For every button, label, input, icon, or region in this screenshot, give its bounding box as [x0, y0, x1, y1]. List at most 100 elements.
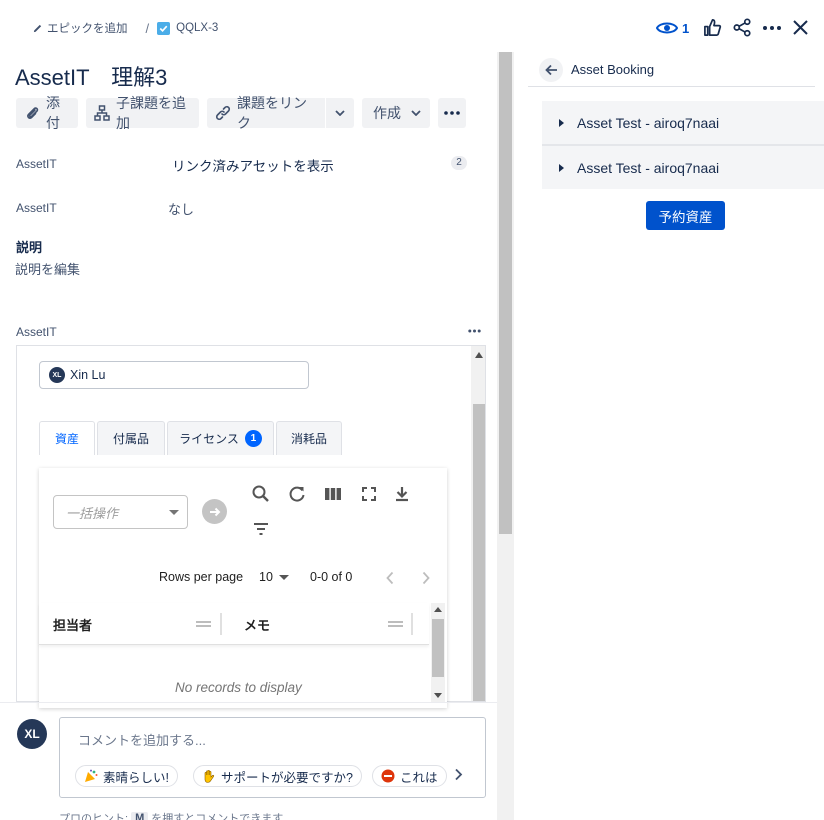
fullscreen-icon[interactable] [359, 484, 379, 504]
column-header-memo[interactable]: メモ [244, 615, 270, 634]
comment-area-divider [0, 702, 497, 703]
add-epic-link[interactable]: エピックを追加 [47, 20, 128, 36]
eye-icon [656, 20, 678, 36]
tab-label: 付属品 [112, 432, 149, 446]
tab-assets[interactable]: 資産 [39, 421, 95, 455]
tab-accessories[interactable]: 付属品 [97, 421, 165, 455]
avatar: XL [17, 719, 47, 749]
close-button[interactable] [792, 19, 809, 36]
filter-icon[interactable] [251, 519, 271, 539]
arrow-right-icon [209, 507, 221, 517]
table-header [39, 603, 429, 645]
reserve-asset-button[interactable]: 予約資産 [646, 201, 725, 230]
bulk-apply-button[interactable] [202, 499, 227, 524]
asset-booking-item-label: Asset Test - airoq7naai [577, 159, 720, 176]
arrow-left-icon [544, 64, 558, 76]
add-subtask-button[interactable]: 子課題を追加 [86, 95, 199, 131]
pro-tip-suffix: を押すとコメントできます [151, 813, 284, 820]
more-toolbar-button[interactable] [438, 98, 466, 128]
chips-scroll-right-button[interactable] [454, 768, 463, 781]
attach-label: 添付 [46, 95, 60, 131]
field-value[interactable]: なし [168, 199, 194, 218]
pro-tip-prefix: プロのヒント: [59, 813, 129, 820]
bulk-action-placeholder: 一括操作 [66, 505, 119, 521]
thumbs-up-icon [703, 18, 722, 37]
paperclip-icon [24, 105, 40, 121]
breadcrumb-separator: / [145, 20, 150, 36]
main-scrollbar-thumb[interactable] [499, 52, 512, 534]
chip-label: 素晴らしい! [103, 770, 169, 785]
share-button[interactable] [733, 18, 752, 37]
link-issue-button[interactable]: 課題をリンク [207, 95, 325, 131]
chevron-down-icon [335, 110, 345, 116]
party-popper-icon [84, 769, 98, 783]
like-button[interactable] [703, 18, 722, 37]
chevron-right-icon [421, 571, 431, 585]
column-header-assignee[interactable]: 担当者 [53, 615, 92, 634]
subtask-icon [94, 105, 110, 121]
quick-reply-chip-great[interactable]: 素晴らしい! [75, 765, 178, 787]
close-icon [792, 19, 809, 36]
pencil-icon [32, 23, 43, 34]
asset-booking-item[interactable]: Asset Test - airoq7naai [542, 146, 824, 189]
user-name: Xin Lu [70, 368, 106, 382]
linked-assets-count-badge: 2 [451, 156, 467, 170]
scroll-down-arrow-icon[interactable] [434, 693, 442, 698]
download-icon[interactable] [392, 484, 412, 504]
attach-button[interactable]: 添付 [16, 95, 78, 131]
watch-button[interactable]: 1 [656, 18, 689, 38]
refresh-icon[interactable] [287, 484, 307, 504]
chevron-down-icon [411, 110, 421, 116]
quick-reply-chip-need-help[interactable]: サポートが必要ですか? [193, 765, 362, 787]
keyboard-key-badge: M [131, 812, 149, 820]
frame-scrollbar-thumb[interactable] [473, 404, 485, 701]
scroll-up-arrow-icon[interactable] [475, 352, 483, 358]
column-divider[interactable] [220, 613, 222, 635]
page-title[interactable]: AssetIT 理解3 [15, 60, 167, 92]
caret-right-icon [559, 118, 564, 127]
panel-header-divider [528, 86, 815, 87]
next-page-button[interactable] [421, 571, 431, 585]
create-label: 作成 [373, 105, 401, 121]
columns-icon[interactable] [323, 484, 343, 504]
panel-title: Asset Booking [571, 62, 655, 77]
tab-consumables[interactable]: 消耗品 [276, 421, 342, 455]
bulk-action-select[interactable]: 一括操作 [53, 495, 188, 529]
watch-count: 1 [682, 20, 690, 36]
prev-page-button[interactable] [385, 571, 395, 585]
waving-hand-icon [202, 769, 216, 783]
scroll-up-arrow-icon[interactable] [434, 607, 442, 612]
tab-label: 消耗品 [290, 432, 327, 446]
search-icon[interactable] [251, 484, 271, 504]
avatar: XL [49, 367, 65, 383]
linked-assets-link[interactable]: リンク済みアセットを表示 [172, 155, 334, 175]
caret-right-icon [559, 163, 564, 172]
chip-label: これは [400, 770, 438, 785]
table-scrollbar-thumb[interactable] [432, 619, 444, 677]
description-heading: 説明 [16, 240, 43, 255]
pro-tip: プロのヒント: M を押すとコメントできます [59, 810, 283, 820]
more-actions-button[interactable] [762, 18, 782, 38]
back-button[interactable] [539, 58, 563, 82]
main-scrollbar[interactable] [497, 52, 514, 820]
section-more-button[interactable] [468, 329, 481, 333]
chevron-right-icon [454, 768, 463, 781]
user-selector[interactable]: XL Xin Lu [39, 361, 309, 389]
comment-input[interactable]: コメントを追加する... [78, 730, 206, 749]
create-button[interactable]: 作成 [362, 98, 430, 128]
column-drag-handle-icon[interactable] [388, 621, 403, 627]
issue-key-link[interactable]: QQLX-3 [176, 22, 218, 34]
asset-booking-item[interactable]: Asset Test - airoq7naai [542, 101, 824, 144]
breadcrumb: エピックを追加 / QQLX-3 [32, 20, 218, 36]
link-issue-dropdown[interactable] [326, 98, 354, 128]
quick-reply-chip-blocked[interactable]: これは [372, 765, 447, 787]
description-editor[interactable]: 説明を編集 [15, 259, 80, 278]
tab-licenses[interactable]: ライセンス 1 [167, 421, 274, 455]
table-scrollbar[interactable] [431, 603, 445, 702]
quick-reply-chips: 素晴らしい! サポートが必要ですか? これは [60, 760, 448, 792]
column-divider[interactable] [411, 613, 413, 635]
column-drag-handle-icon[interactable] [196, 621, 211, 627]
frame-scrollbar[interactable] [471, 346, 485, 701]
more-horizontal-icon [468, 329, 481, 333]
rows-per-page-select[interactable]: 10 [259, 570, 289, 584]
